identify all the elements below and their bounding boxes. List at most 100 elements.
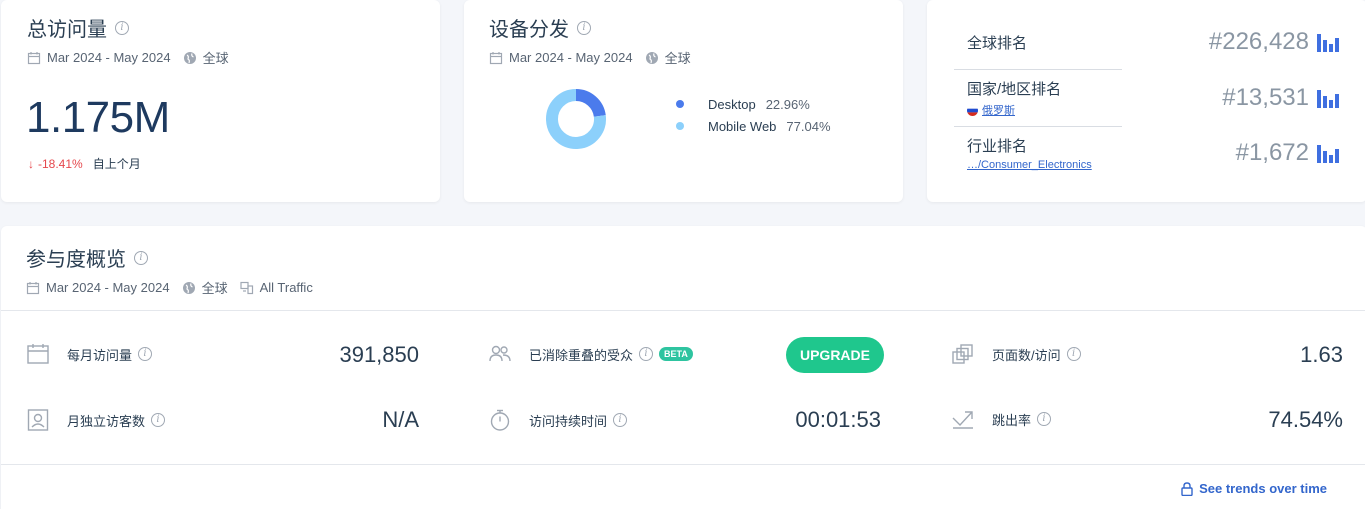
rank-divider [954,69,1122,70]
industry-link[interactable]: …/Consumer_Electronics [967,159,1092,171]
metric-label: 页面数/访问 i [992,345,1081,364]
global-rank-number: #226,428 [1208,28,1309,55]
metric-label: 每月访问量 i [67,345,153,364]
country-link[interactable]: 俄罗斯 [967,102,1061,118]
legend-label: Mobile Web [708,118,777,134]
industry-rank-number: #1,672 [1235,139,1309,166]
calendar-icon [27,344,49,364]
calendar-icon [26,281,40,294]
bounce-rate-value: 74.54% [1268,407,1343,432]
beta-badge: BETA [659,347,693,361]
metric-label-text: 跳出率 [992,412,1032,428]
rank-divider [954,126,1122,127]
visitor-id-icon [27,409,49,431]
engagement-overview-card: 参与度概览 i Mar 2024 - May 2024 全球 All Traff… [1,226,1365,509]
device-meta: Mar 2024 - May 2024 全球 [489,48,691,67]
legend-value: 77.04% [786,118,831,134]
info-icon[interactable]: i [1037,412,1052,426]
rank-chart-icon[interactable] [1317,32,1339,52]
globe-icon [183,51,196,64]
global-rank-row: 全球排名 #226,428 [967,28,1339,56]
region: 全球 [664,51,691,66]
info-icon[interactable]: i [115,20,129,35]
unique-visitors-value: N/A [382,407,419,432]
country-link-text[interactable]: 俄罗斯 [982,102,1015,118]
metric-unique-visitors: 月独立访客数 i [27,409,166,431]
device-distribution-card: 设备分发 i Mar 2024 - May 2024 全球 Desktop 22… [464,0,903,202]
devices-icon [239,281,253,294]
total-visits-title-text: 总访问量 [27,19,107,41]
upgrade-button[interactable]: UPGRADE [786,337,884,373]
legend-item-mobile-web: Mobile Web 77.04% [676,115,831,137]
rank-chart-icon[interactable] [1317,88,1339,108]
pages-icon [952,344,973,364]
date-range: Mar 2024 - May 2024 [47,50,171,65]
russia-flag-icon [967,104,978,116]
metric-label: 已消除重叠的受众 i BETA [529,345,693,364]
region: 全球 [202,51,229,66]
engagement-meta: Mar 2024 - May 2024 全球 All Traffic [26,278,313,297]
metric-label: 月独立访客数 i [67,411,166,430]
visit-duration-value: 00:01:53 [795,407,881,432]
donut-slice-desktop[interactable] [575,89,606,118]
metric-bounce-rate: 跳出率 i [952,409,1052,429]
country-rank-number: #13,531 [1222,84,1309,111]
metric-label-text: 已消除重叠的受众 [529,347,634,363]
change-value: -18.41% [38,156,83,171]
industry-rank-value: #1,672 [1236,139,1339,167]
country-rank-label: 国家/地区排名 [967,81,1062,98]
total-visits-change: ↓ -18.41% 自上个月 [28,155,141,172]
date-range: Mar 2024 - May 2024 [509,50,633,65]
see-trends-text[interactable]: See trends over time [1199,481,1327,496]
metric-dedup-audience: 已消除重叠的受众 i BETA [489,344,693,364]
country-rank-row: 国家/地区排名 俄罗斯 #13,531 [967,78,1339,118]
device-donut-chart [546,89,606,149]
see-trends-link[interactable]: See trends over time [1181,481,1327,496]
pages-per-visit-value: 1.63 [1300,342,1343,367]
legend-value: 22.96% [765,96,810,112]
monthly-visits-value: 391,850 [339,342,419,367]
total-visits-title: 总访问量 i [27,13,229,42]
traffic-type: All Traffic [259,280,313,295]
legend-item-desktop: Desktop 22.96% [676,93,831,115]
change-compare: 自上个月 [92,157,141,171]
total-visits-card: 总访问量 i Mar 2024 - May 2024 全球 1.175M ↓ -… [1,0,440,202]
info-icon[interactable]: i [577,20,591,35]
metric-label: 跳出率 i [992,410,1052,429]
device-title-text: 设备分发 [489,19,569,41]
engagement-title-text: 参与度概览 [26,249,126,271]
device-legend: Desktop 22.96% Mobile Web 77.04% [676,93,831,137]
info-icon[interactable]: i [613,413,628,427]
global-rank-value: #226,428 [1209,28,1339,56]
info-icon[interactable]: i [1066,347,1081,361]
total-visits-meta: Mar 2024 - May 2024 全球 [27,48,229,67]
metric-pages-per-visit: 页面数/访问 i [952,344,1081,364]
legend-dot-desktop [676,100,684,108]
info-icon[interactable]: i [639,347,654,361]
stopwatch-icon [490,409,510,431]
calendar-icon [489,51,503,64]
metric-label: 访问持续时间 i [529,411,628,430]
info-icon[interactable]: i [138,347,153,361]
bounce-arrow-icon [952,411,973,429]
country-rank-value: #13,531 [1222,84,1339,112]
global-rank-label: 全球排名 [967,34,1028,52]
globe-icon [645,51,658,64]
info-icon[interactable]: i [151,413,166,427]
lock-icon [1181,481,1193,496]
industry-rank-text: 行业排名 …/Consumer_Electronics [967,135,1092,171]
users-icon [489,345,511,362]
metric-label-text: 页面数/访问 [992,347,1061,363]
info-icon[interactable]: i [134,250,148,265]
date-range: Mar 2024 - May 2024 [46,280,170,295]
legend-label: Desktop [708,96,756,112]
engagement-bottom-divider [1,464,1365,465]
metric-visit-duration: 访问持续时间 i [489,409,628,431]
industry-link-text[interactable]: …/Consumer_Electronics [967,159,1092,171]
metric-label-text: 访问持续时间 [529,413,608,429]
device-title: 设备分发 i [489,13,691,42]
metric-label-text: 月独立访客数 [67,413,146,429]
legend-dot-mobile-web [676,122,684,130]
rank-chart-icon[interactable] [1317,143,1339,163]
metric-label-text: 每月访问量 [67,347,133,363]
